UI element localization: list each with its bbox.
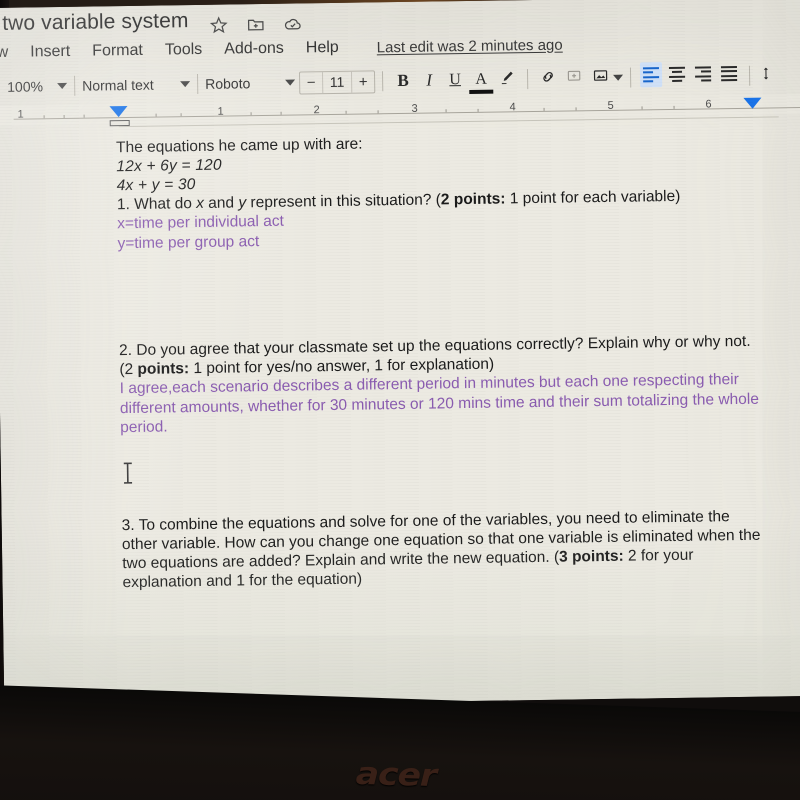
- ruler-pip: [477, 108, 479, 112]
- menu-item-insert[interactable]: Insert: [30, 43, 70, 62]
- ruler-pip: [445, 109, 447, 113]
- align-left-icon[interactable]: [638, 62, 664, 92]
- font-size-increase-button[interactable]: +: [352, 73, 374, 90]
- ruler-pip: [63, 114, 65, 118]
- ruler-pip: [280, 111, 282, 115]
- ruler-pip: [345, 110, 347, 114]
- q1-conj: and: [203, 194, 239, 212]
- ruler-pip: [543, 107, 545, 111]
- blank-paragraph-block[interactable]: [120, 428, 761, 515]
- comment-icon[interactable]: [561, 68, 587, 89]
- font-family-select[interactable]: Roboto: [205, 75, 285, 92]
- right-indent-marker[interactable]: [743, 97, 762, 109]
- menu-item-format[interactable]: Format: [92, 42, 143, 61]
- acer-brand-logo: acer: [355, 755, 437, 795]
- ruler-tick-4: 4: [509, 101, 516, 114]
- ruler-pip: [673, 105, 675, 109]
- ruler-pip: [43, 115, 45, 119]
- line-spacing-icon[interactable]: [757, 65, 783, 86]
- drive-cloud-status-icon[interactable]: [283, 14, 302, 33]
- align-right-icon[interactable]: [690, 64, 716, 90]
- font-size-input[interactable]: 11: [321, 71, 353, 93]
- toolbar-divider: [381, 71, 384, 92]
- star-icon[interactable]: [209, 16, 228, 35]
- italic-button[interactable]: I: [416, 70, 442, 90]
- ruler-tick-2: 2: [313, 104, 320, 117]
- ruler-pip: [641, 106, 643, 110]
- q2-points-label: points:: [137, 360, 190, 378]
- laptop-screen: two variable system w Insert Format Tool…: [0, 0, 800, 708]
- toolbar-divider: [526, 69, 529, 90]
- toolbar-divider: [629, 67, 632, 88]
- q1-points-label: 2 points:: [440, 190, 506, 209]
- text-color-letter: A: [475, 70, 488, 88]
- menu-item-tools[interactable]: Tools: [165, 41, 203, 60]
- underline-button[interactable]: U: [442, 71, 468, 89]
- font-size-decrease-button[interactable]: −: [300, 74, 322, 91]
- equation-1-text: 12x + 6y = 120: [116, 156, 222, 176]
- last-edit-status[interactable]: Last edit was 2 minutes ago: [377, 36, 563, 56]
- i-beam-cursor: [122, 461, 134, 485]
- highlight-pen-icon[interactable]: [494, 69, 520, 90]
- ruler-pip: [155, 113, 157, 117]
- image-icon[interactable]: [587, 67, 613, 89]
- text-color-swatch: [469, 89, 494, 94]
- document-page[interactable]: The equations he came up with are: 12x +…: [24, 116, 793, 707]
- equation-2-text: 4x + y = 30: [116, 176, 196, 195]
- align-center-icon[interactable]: [664, 64, 690, 90]
- font-size-stepper: − 11 +: [298, 69, 376, 94]
- image-chevron-down-icon[interactable]: [613, 74, 624, 81]
- ruler-pip: [83, 114, 85, 118]
- q3-points-label: 3 points:: [558, 547, 624, 566]
- toolbar-divider: [74, 75, 76, 96]
- ruler-pip: [180, 113, 182, 117]
- ruler-tick-1b: 1: [217, 105, 224, 118]
- menu-item-view[interactable]: w: [0, 44, 8, 62]
- link-icon[interactable]: [535, 67, 561, 90]
- q1-points-detail: 1 point for each variable): [505, 187, 681, 208]
- ruler-tick-6: 6: [705, 98, 712, 111]
- paragraph-style-select[interactable]: Normal text: [82, 76, 180, 94]
- ruler-tick-5: 5: [607, 99, 614, 112]
- menu-item-help[interactable]: Help: [306, 39, 339, 57]
- q1-rest: represent in this situation? (: [246, 191, 441, 212]
- zoom-level[interactable]: 100%: [7, 78, 57, 95]
- style-chevron-down-icon[interactable]: [180, 81, 191, 88]
- ruler-pip: [377, 110, 379, 114]
- text-color-button[interactable]: A: [468, 70, 494, 94]
- laptop-photo: two variable system w Insert Format Tool…: [0, 0, 800, 800]
- ruler-tick-1: 1: [17, 108, 24, 121]
- toolbar-divider: [748, 65, 751, 86]
- bold-button[interactable]: B: [390, 71, 416, 91]
- move-to-folder-icon[interactable]: [246, 15, 265, 34]
- align-justify-icon[interactable]: [716, 63, 742, 89]
- document-title[interactable]: two variable system: [2, 9, 189, 36]
- zoom-chevron-down-icon[interactable]: [57, 82, 68, 90]
- ruler-tick-3: 3: [411, 102, 418, 115]
- ruler-pip: [250, 112, 252, 116]
- q1-lead: 1. What do: [116, 195, 197, 214]
- title-icon-group: [209, 14, 302, 34]
- google-docs-window: two variable system w Insert Format Tool…: [0, 0, 800, 708]
- document-body[interactable]: The equations he came up with are: 12x +…: [116, 129, 763, 592]
- ruler-pip: [575, 107, 577, 111]
- font-chevron-down-icon[interactable]: [285, 79, 296, 86]
- blank-paragraph-block[interactable]: [118, 244, 759, 341]
- menu-item-addons[interactable]: Add-ons: [224, 40, 284, 59]
- toolbar-divider: [197, 73, 199, 94]
- question-3: 3. To combine the equations and solve fo…: [122, 506, 763, 591]
- left-indent-marker[interactable]: [109, 106, 128, 118]
